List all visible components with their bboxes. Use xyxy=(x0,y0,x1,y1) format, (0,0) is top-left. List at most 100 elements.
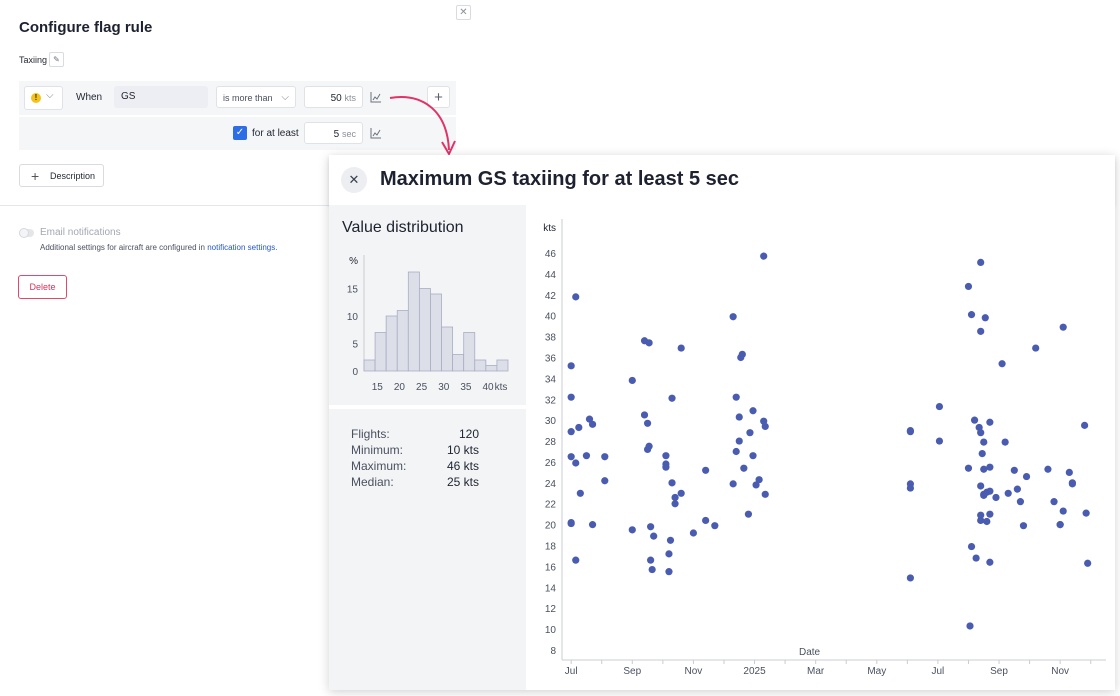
scatter-point xyxy=(1016,498,1025,506)
chart-icon[interactable] xyxy=(370,127,382,139)
y-tick-label: 18 xyxy=(545,542,557,553)
stat-label: Maximum: xyxy=(351,459,407,473)
y-tick-label: 10 xyxy=(347,312,359,323)
scatter-point xyxy=(935,437,944,445)
scatter-point xyxy=(567,518,575,527)
scatter-point xyxy=(647,556,655,564)
scatter-point xyxy=(711,522,719,530)
histogram-bar xyxy=(430,293,442,372)
y-tick-label: 10 xyxy=(545,625,557,636)
scatter-point xyxy=(1059,507,1067,515)
x-tick-label: 2025 xyxy=(743,666,766,677)
scatter-point xyxy=(643,419,652,427)
x-tick-label: Nov xyxy=(685,666,703,677)
duration-label: for at least xyxy=(252,128,299,139)
y-tick-label: 22 xyxy=(545,500,557,511)
scatter-point xyxy=(729,480,737,488)
scatter-point xyxy=(977,482,985,490)
scatter-point xyxy=(1010,466,1018,474)
threshold-input[interactable]: 50 kts xyxy=(304,86,363,108)
x-axis-label: kts xyxy=(495,382,508,393)
histogram-bar xyxy=(474,359,487,372)
condition-select[interactable]: is more than ⌵ xyxy=(216,86,296,108)
scatter-point xyxy=(671,493,679,502)
scatter-point xyxy=(1056,521,1064,529)
stat-row: Minimum: 10 kts xyxy=(351,443,479,459)
stat-row: Median: 25 kts xyxy=(351,475,479,491)
chart-icon[interactable] xyxy=(370,91,382,103)
scatter-chart: kts 8 10 12 14 16 18 20 22 24 26 28 30 32 34 36 38 40 42 44… xyxy=(543,219,1106,677)
y-tick-label: 14 xyxy=(545,583,557,594)
scatter-point xyxy=(1050,498,1058,506)
scatter-point xyxy=(906,574,915,582)
scatter-point xyxy=(977,516,985,525)
scatter-point xyxy=(966,622,974,630)
distribution-title: Value distribution xyxy=(342,219,464,236)
scatter-point xyxy=(567,453,575,461)
chevron-down-icon: ⌵ xyxy=(281,92,289,103)
description-label: Description xyxy=(50,171,96,181)
edit-name-icon[interactable]: ✎ xyxy=(49,52,64,67)
scatter-point xyxy=(582,452,591,460)
email-toggle[interactable] xyxy=(19,228,34,238)
scatter-point xyxy=(572,293,580,301)
stat-row: Flights: 120 xyxy=(351,427,479,443)
duration-input[interactable]: 5 sec xyxy=(304,122,363,144)
histogram-bar xyxy=(374,332,387,372)
duration-unit: sec xyxy=(341,129,356,139)
x-tick-label: Mar xyxy=(807,666,825,677)
scatter-point xyxy=(1001,438,1009,446)
y-tick-label: 15 xyxy=(347,285,359,296)
scatter-point xyxy=(1032,344,1040,352)
scatter-point xyxy=(677,489,685,497)
scatter-point xyxy=(1013,485,1021,493)
scatter-point xyxy=(967,311,976,319)
scatter-point xyxy=(972,554,980,562)
histogram-chart: % 0 5 10 15 15 20 25 30 35 40 kts xyxy=(347,255,509,393)
histogram-bar xyxy=(396,310,409,372)
scatter-point xyxy=(640,411,649,419)
y-tick-label: 46 xyxy=(545,249,557,260)
scatter-point xyxy=(567,362,575,370)
parameter-input[interactable]: GS xyxy=(114,86,208,108)
panel-title: Maximum GS taxiing for at least 5 sec xyxy=(380,168,740,190)
histogram-bar xyxy=(485,365,498,372)
stat-value: 120 xyxy=(458,427,479,441)
scatter-area: kts 8 10 12 14 16 18 20 22 24 26 28 30 32 34 36 38 40 42 44… xyxy=(526,205,1115,690)
additional-settings-text: Additional settings for aircraft are con… xyxy=(40,243,277,252)
histogram-bar xyxy=(418,288,431,372)
delete-button[interactable]: Delete xyxy=(18,275,67,299)
scatter-point xyxy=(735,437,743,445)
stat-label: Median: xyxy=(351,475,394,489)
description-button[interactable]: + Description xyxy=(19,164,104,187)
x-axis-label: Date xyxy=(799,647,821,658)
scatter-point xyxy=(983,517,991,526)
scatter-point xyxy=(746,429,754,437)
histogram-bar xyxy=(363,359,376,372)
scatter-point xyxy=(601,453,609,461)
scatter-point xyxy=(760,252,768,260)
histogram-bar xyxy=(496,359,509,372)
close-icon[interactable]: ✕ xyxy=(341,167,367,193)
scatter-point xyxy=(740,464,748,472)
scatter-point xyxy=(702,466,710,474)
divider xyxy=(329,405,526,409)
x-tick-label: Jul xyxy=(932,666,945,677)
scatter-point xyxy=(689,529,698,537)
scatter-point xyxy=(1059,323,1067,331)
condition-value: is more than xyxy=(223,93,273,103)
threshold-unit: kts xyxy=(344,93,356,103)
distribution-column: Value distribution % 0 5 10 15 15 20 25 30 35 40 kt… xyxy=(329,205,526,690)
scatter-point xyxy=(986,418,994,426)
scatter-point xyxy=(964,464,973,472)
close-icon[interactable]: ✕ xyxy=(456,5,471,20)
scatter-point xyxy=(967,542,976,551)
y-tick-label: 32 xyxy=(545,395,557,406)
severity-select[interactable]: ! ⌵ xyxy=(24,86,63,110)
plus-icon: + xyxy=(31,168,40,184)
scatter-point xyxy=(986,510,994,518)
scatter-point xyxy=(668,394,676,402)
y-tick-label: 20 xyxy=(545,521,557,532)
duration-checkbox[interactable]: ✓ xyxy=(233,126,247,140)
notification-settings-link[interactable]: notification settings. xyxy=(207,243,277,252)
